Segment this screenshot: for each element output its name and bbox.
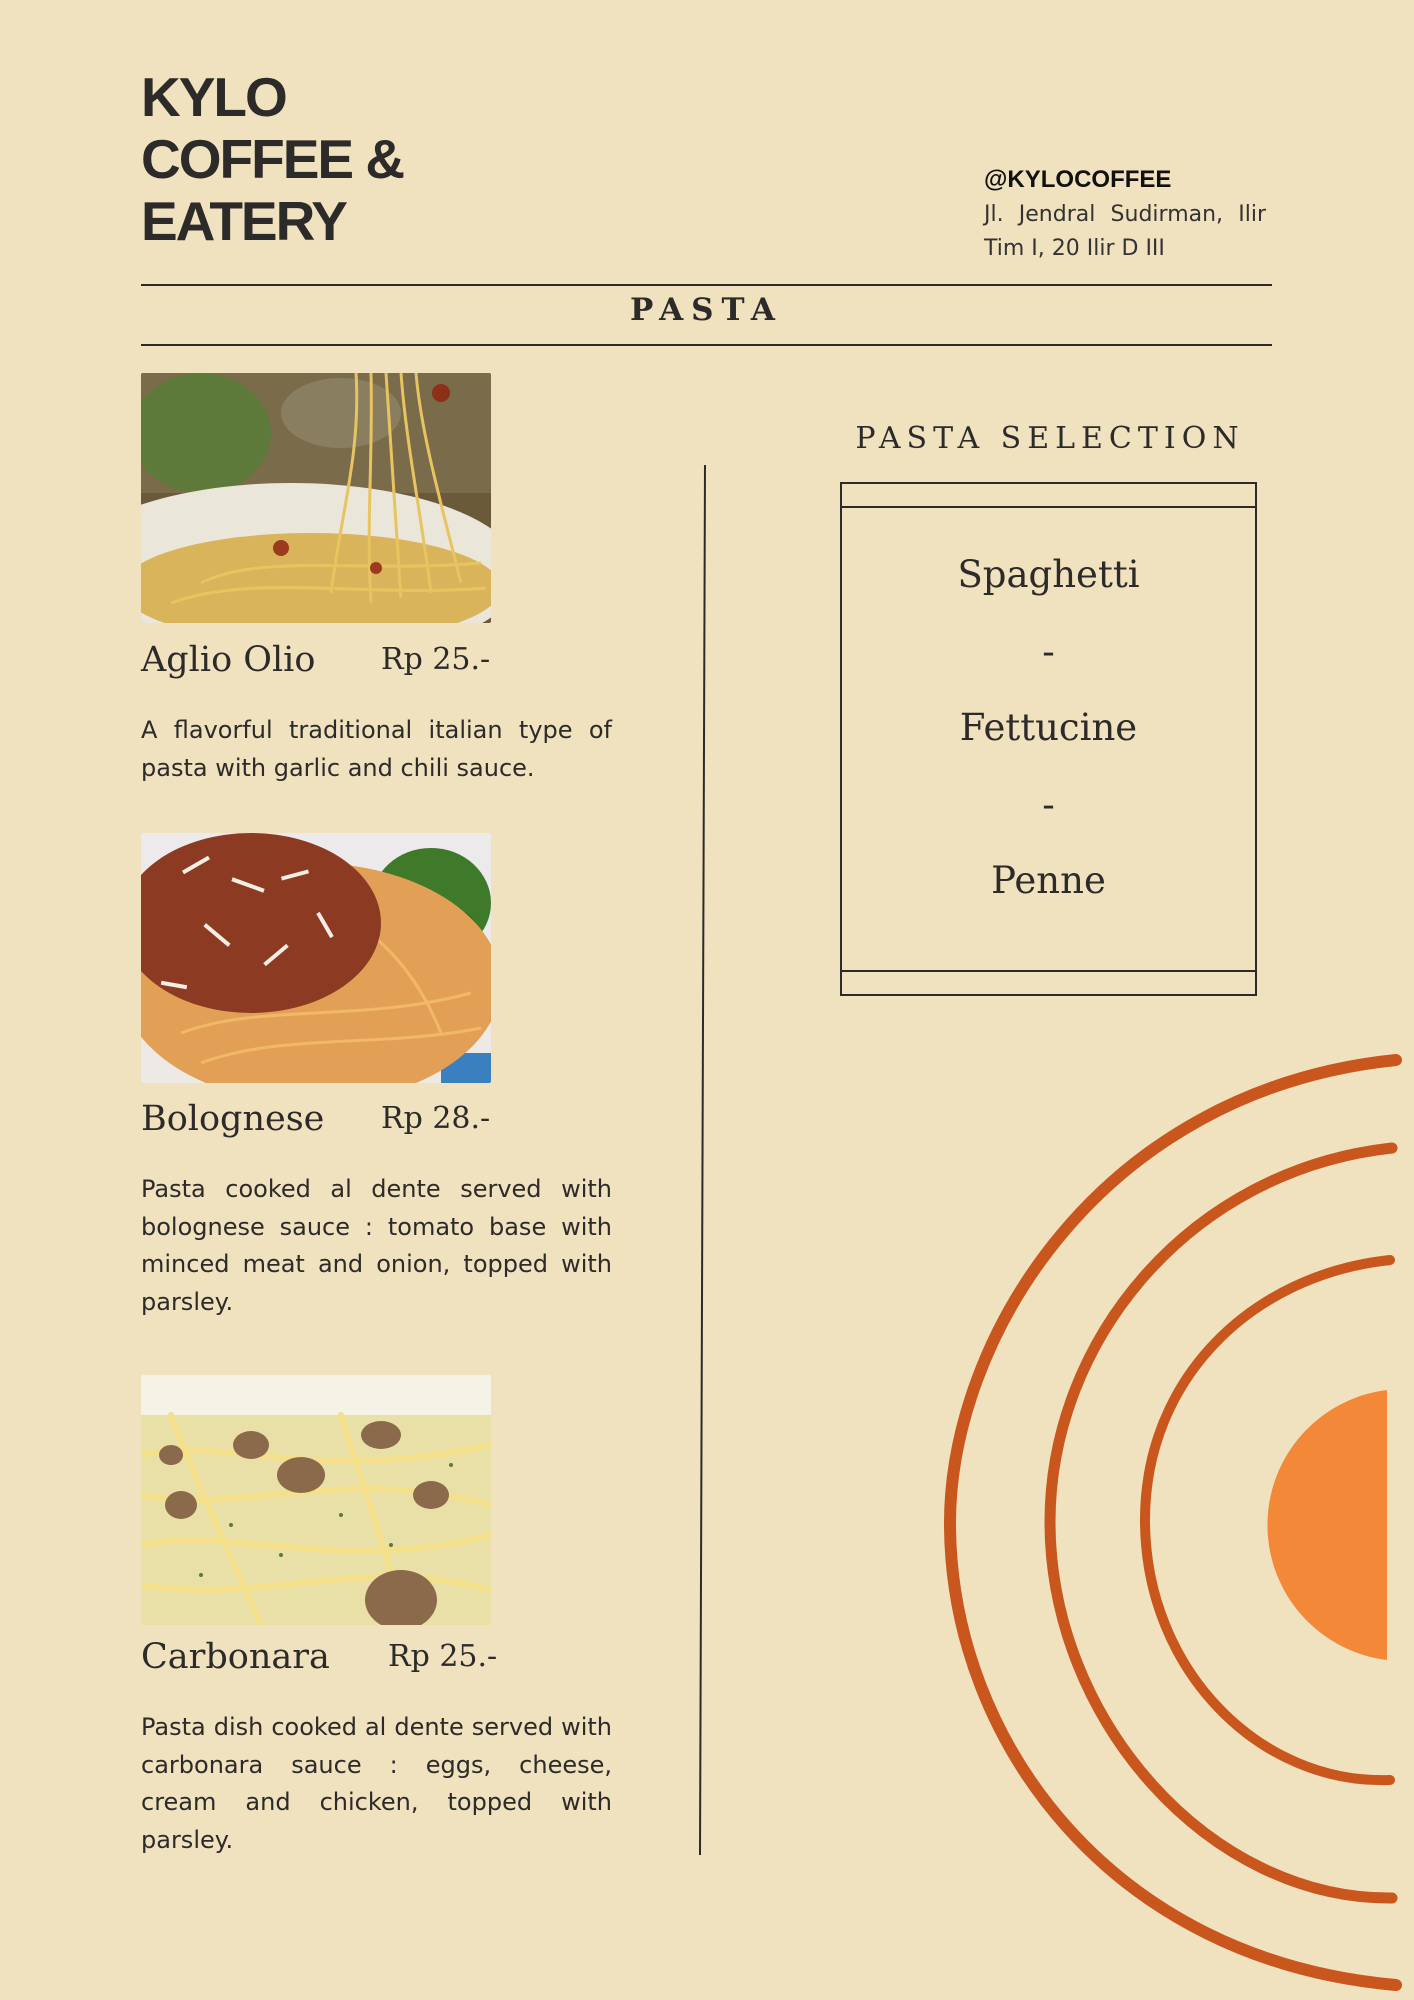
social-handle: @KYLOCOFFEE	[984, 166, 1172, 193]
column-divider	[699, 465, 706, 1856]
header-divider-bottom	[141, 344, 1272, 346]
address: Jl. Jendral Sudirman, Ilir Tim I, 20 Ili…	[984, 202, 1266, 261]
decorative-arcs	[943, 1054, 1402, 1991]
header-divider-top	[141, 284, 1272, 286]
selection-box: Spaghetti - Fettucine - Penne	[840, 482, 1257, 996]
item-description: Pasta cooked al dente served with bologn…	[141, 1175, 612, 1316]
item-name: Aglio Olio	[141, 640, 316, 680]
selection-separator: -	[1042, 629, 1055, 673]
selection-separator: -	[1042, 782, 1055, 826]
brand-line: EATERY	[141, 190, 348, 252]
selection-option: Spaghetti	[957, 553, 1140, 596]
item-description: Pasta dish cooked al dente served with c…	[141, 1713, 612, 1854]
item-name: Bolognese	[141, 1099, 325, 1139]
carbonara-photo	[141, 1375, 491, 1625]
selection-option: Fettucine	[959, 706, 1138, 749]
selection-title: PASTA SELECTION	[855, 421, 1245, 456]
item-name: Carbonara	[141, 1637, 330, 1677]
bolognese-photo	[141, 833, 491, 1083]
item-description: A flavorful traditional italian type of …	[141, 716, 612, 782]
section-title: PASTA	[630, 292, 783, 328]
brand-line: KYLO	[141, 66, 288, 128]
selection-option: Penne	[991, 859, 1106, 902]
item-price: Rp 25.-	[381, 642, 491, 677]
selection-box-bottom-rule	[842, 970, 1255, 972]
selection-list: Spaghetti - Fettucine - Penne	[842, 550, 1255, 933]
selection-box-top-rule	[842, 506, 1255, 508]
item-price: Rp 28.-	[381, 1101, 491, 1136]
brand-line: COFFEE &	[141, 128, 405, 190]
item-price: Rp 25.-	[388, 1639, 498, 1674]
aglio-olio-photo	[141, 373, 491, 623]
brand-title: KYLO COFFEE & EATERY	[141, 66, 405, 252]
semicircle-shape	[1267, 1390, 1387, 1660]
